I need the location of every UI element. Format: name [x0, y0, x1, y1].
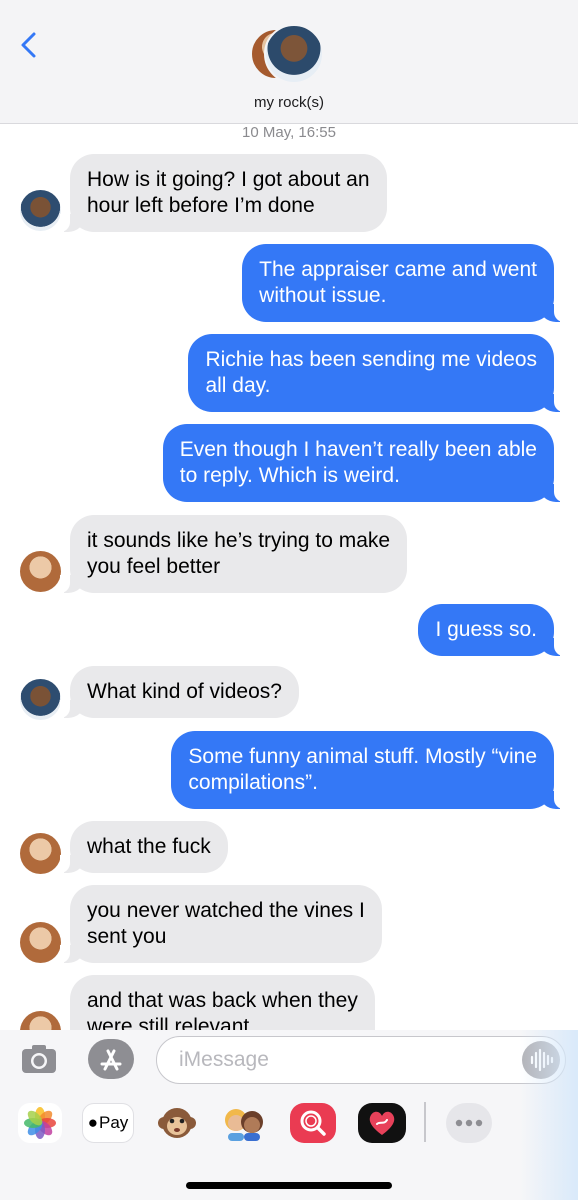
message-bubble[interactable]: it sounds like he’s trying to make you f…	[59, 515, 408, 593]
sender-avatar[interactable]	[20, 833, 61, 874]
search-images-icon	[300, 1110, 326, 1136]
message-input[interactable]	[156, 1036, 566, 1084]
chevron-left-icon	[21, 32, 36, 58]
sender-avatar[interactable]	[20, 551, 61, 592]
animoji-button[interactable]	[154, 1103, 200, 1143]
message-thread[interactable]: 10 May, 16:55 How is it going? I got abo…	[0, 0, 578, 1030]
back-button[interactable]	[14, 28, 44, 62]
apple-pay-button[interactable]: ● Pay	[82, 1103, 134, 1143]
contact-name[interactable]: my rock(s)	[0, 94, 578, 111]
photos-icon	[24, 1107, 56, 1139]
digital-touch-icon	[369, 1111, 395, 1135]
timestamp: 10 May, 16:55	[242, 124, 336, 141]
apple-icon: ●	[87, 1113, 98, 1132]
waveform-icon	[530, 1048, 554, 1072]
contact-avatar[interactable]	[250, 24, 328, 88]
sender-avatar[interactable]	[20, 922, 61, 963]
message-bubble[interactable]: I guess so.	[418, 604, 564, 656]
message-bubble[interactable]: The appraiser came and went without issu…	[242, 244, 564, 322]
message-bubble[interactable]: you never watched the vines I sent you	[60, 885, 382, 963]
home-indicator[interactable]	[186, 1182, 392, 1189]
sender-avatar[interactable]	[20, 679, 61, 720]
more-apps-button[interactable]	[446, 1103, 492, 1143]
message-bubble[interactable]: and that was back when they were still r…	[70, 975, 375, 1030]
camera-button[interactable]	[20, 1042, 58, 1076]
avatar	[264, 24, 324, 84]
message-bubble[interactable]: Richie has been sending me videos all da…	[188, 334, 564, 412]
conversation-header: my rock(s)	[0, 0, 578, 124]
message-bubble[interactable]: How is it going? I got about an hour lef…	[60, 154, 387, 232]
app-store-icon	[100, 1049, 122, 1071]
image-search-button[interactable]	[290, 1103, 336, 1143]
divider	[424, 1102, 426, 1142]
memoji-button[interactable]	[220, 1103, 268, 1143]
digital-touch-button[interactable]	[358, 1103, 406, 1143]
monkey-emoji-icon	[158, 1108, 196, 1138]
apple-pay-label: Pay	[98, 1113, 129, 1132]
message-bubble[interactable]: What kind of videos?	[60, 666, 299, 718]
message-bubble[interactable]: what the fuck	[60, 821, 228, 873]
memoji-icon	[225, 1109, 263, 1141]
camera-icon	[22, 1045, 56, 1073]
more-icon	[455, 1119, 483, 1127]
audio-message-button[interactable]	[522, 1041, 560, 1079]
sender-avatar[interactable]	[20, 1011, 61, 1030]
sender-avatar[interactable]	[20, 190, 61, 231]
message-bubble[interactable]: Some funny animal stuff. Mostly “vine co…	[171, 731, 564, 809]
photos-app-button[interactable]	[18, 1103, 62, 1143]
message-bubble[interactable]: Even though I haven’t really been able t…	[162, 424, 565, 502]
app-store-button[interactable]	[88, 1039, 134, 1079]
